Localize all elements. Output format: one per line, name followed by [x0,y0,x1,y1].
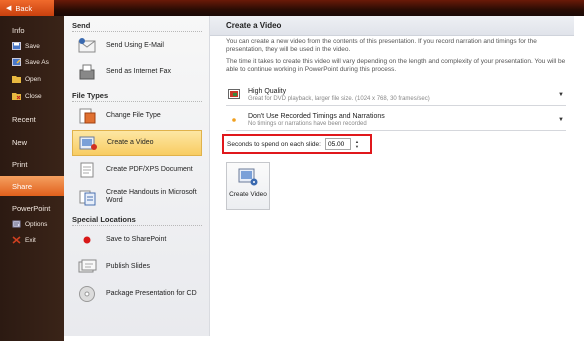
close-folder-icon [12,92,21,100]
nav-info[interactable]: Info [0,24,64,36]
create-video-button-label: Create Video [229,191,267,198]
monitor-icon [228,88,240,101]
publish-slides-item[interactable]: Publish Slides [72,254,202,280]
back-arrow-icon: ◀ [6,5,12,12]
seconds-input[interactable] [324,138,351,150]
create-video-button[interactable]: Create Video [226,162,270,210]
quality-title: High Quality [248,87,287,95]
save-as-icon [12,58,21,66]
timings-title: Don't Use Recorded Timings and Narration… [248,112,385,120]
title-bar: ◀ Back [0,0,584,16]
section-special-locations-heading: Special Locations [72,215,136,224]
package-cd-item[interactable]: Package Presentation for CD [72,281,202,307]
change-file-type-item[interactable]: Change File Type [72,103,202,129]
nav-recent[interactable]: Recent [0,113,64,125]
send-fax-item[interactable]: Send as Internet Fax [72,59,202,85]
quality-dropdown[interactable]: High Quality Great for DVD playback, lar… [226,84,566,106]
publish-slides-icon [76,257,98,277]
chevron-down-icon[interactable]: ▼ [558,92,564,98]
create-video-item[interactable]: Create a Video [72,130,202,156]
nav-new[interactable]: New [0,136,64,148]
send-email-item[interactable]: Send Using E-Mail [72,33,202,59]
spinner[interactable]: ▲ ▼ [355,139,359,149]
cd-icon [76,284,98,304]
nav-save[interactable]: Save [0,40,64,52]
nav-open[interactable]: Open [0,73,64,85]
create-video-icon [238,167,258,189]
pdf-icon [76,160,98,180]
back-label: Back [15,3,33,13]
nav-save-as[interactable]: Save As [0,56,64,68]
divider [72,225,202,226]
section-send-heading: Send [72,21,91,30]
section-file-types-heading: File Types [72,91,109,100]
exit-icon [12,236,21,244]
save-icon [12,42,21,50]
fax-icon [76,62,98,82]
nav-share[interactable]: Share [0,176,70,196]
spin-down-icon[interactable]: ▼ [355,144,359,149]
nav-powerpoint-header: PowerPoint [12,203,51,213]
change-file-type-icon [76,106,98,126]
handouts-icon [76,187,98,207]
nav-options[interactable]: Options [0,218,64,230]
back-button[interactable]: ◀ Back [0,0,54,16]
timings-icon [228,114,240,126]
timings-dropdown[interactable]: Don't Use Recorded Timings and Narration… [226,109,566,131]
create-video-pane: Create a Video You can create a new vide… [210,16,574,336]
chevron-down-icon[interactable]: ▼ [558,117,564,123]
quality-subtitle: Great for DVD playback, larger file size… [248,95,430,102]
description-1: You can create a new video from the cont… [226,38,537,53]
create-video-icon [77,133,99,153]
open-folder-icon [12,75,21,83]
sharepoint-icon [76,230,98,250]
email-icon [76,36,98,56]
save-sharepoint-item[interactable]: Save to SharePoint [72,227,202,253]
nav-exit[interactable]: Exit [0,234,64,246]
create-handouts-item[interactable]: Create Handouts in Microsoft Word [72,184,202,210]
backstage-nav: Info Save Save As Open Close Recent New … [0,16,70,341]
seconds-label: Seconds to spend on each slide: [227,140,321,148]
divider [72,31,202,32]
create-pdf-item[interactable]: Create PDF/XPS Document [72,157,202,183]
pane-title: Create a Video [210,16,574,36]
share-options-panel: Send Send Using E-Mail Send as Internet … [64,16,210,336]
nav-print[interactable]: Print [0,158,64,170]
description-2: The time it takes to create this video w… [226,58,566,73]
options-icon [12,220,21,228]
nav-close[interactable]: Close [0,90,64,102]
divider [72,101,202,102]
timings-subtitle: No timings or narrations have been recor… [248,120,367,127]
seconds-per-slide-field: Seconds to spend on each slide: ▲ ▼ [222,134,372,154]
